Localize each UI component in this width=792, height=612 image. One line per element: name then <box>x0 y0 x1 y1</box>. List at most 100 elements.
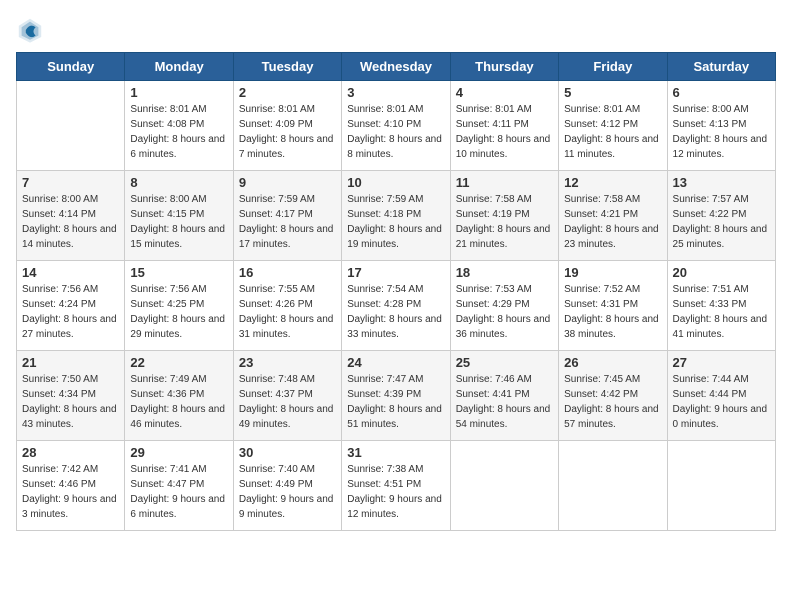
cell-info: Sunrise: 7:49 AMSunset: 4:36 PMDaylight:… <box>130 372 227 432</box>
cell-info: Sunrise: 8:01 AMSunset: 4:11 PMDaylight:… <box>456 102 553 162</box>
cell-info: Sunrise: 7:54 AMSunset: 4:28 PMDaylight:… <box>347 282 444 342</box>
day-number: 1 <box>130 85 227 100</box>
day-number: 14 <box>22 265 119 280</box>
cell-info: Sunrise: 7:59 AMSunset: 4:18 PMDaylight:… <box>347 192 444 252</box>
table-row: 6 Sunrise: 8:00 AMSunset: 4:13 PMDaylight… <box>667 81 775 171</box>
cell-info: Sunrise: 8:01 AMSunset: 4:12 PMDaylight:… <box>564 102 661 162</box>
table-row: 1 Sunrise: 8:01 AMSunset: 4:08 PMDaylight… <box>125 81 233 171</box>
cell-info: Sunrise: 7:50 AMSunset: 4:34 PMDaylight:… <box>22 372 119 432</box>
day-number: 18 <box>456 265 553 280</box>
day-number: 26 <box>564 355 661 370</box>
logo-icon <box>16 16 44 44</box>
day-number: 6 <box>673 85 770 100</box>
table-row: 27Sunrise: 7:44 AMSunset: 4:44 PMDayligh… <box>667 351 775 441</box>
day-number: 25 <box>456 355 553 370</box>
week-row-1: 7 Sunrise: 8:00 AMSunset: 4:14 PMDaylight… <box>17 171 776 261</box>
cell-info: Sunrise: 7:58 AMSunset: 4:21 PMDaylight:… <box>564 192 661 252</box>
table-row: 7 Sunrise: 8:00 AMSunset: 4:14 PMDaylight… <box>17 171 125 261</box>
table-row: 15 Sunrise: 7:56 AMSunset: 4:25 PMDayligh… <box>125 261 233 351</box>
day-number: 4 <box>456 85 553 100</box>
table-row: 4 Sunrise: 8:01 AMSunset: 4:11 PMDaylight… <box>450 81 558 171</box>
day-number: 9 <box>239 175 336 190</box>
table-row: 13 Sunrise: 7:57 AMSunset: 4:22 PMDayligh… <box>667 171 775 261</box>
header <box>16 16 776 44</box>
col-saturday: Saturday <box>667 53 775 81</box>
table-row: 8 Sunrise: 8:00 AMSunset: 4:15 PMDaylight… <box>125 171 233 261</box>
table-row: 2 Sunrise: 8:01 AMSunset: 4:09 PMDaylight… <box>233 81 341 171</box>
day-number: 29 <box>130 445 227 460</box>
cell-info: Sunrise: 8:01 AMSunset: 4:10 PMDaylight:… <box>347 102 444 162</box>
cell-info: Sunrise: 8:00 AMSunset: 4:15 PMDaylight:… <box>130 192 227 252</box>
cell-info: Sunrise: 7:52 AMSunset: 4:31 PMDaylight:… <box>564 282 661 342</box>
cell-info: Sunrise: 7:55 AMSunset: 4:26 PMDaylight:… <box>239 282 336 342</box>
table-row <box>559 441 667 531</box>
day-number: 7 <box>22 175 119 190</box>
table-row: 5 Sunrise: 8:01 AMSunset: 4:12 PMDaylight… <box>559 81 667 171</box>
table-row <box>17 81 125 171</box>
cell-info: Sunrise: 7:56 AMSunset: 4:25 PMDaylight:… <box>130 282 227 342</box>
day-number: 5 <box>564 85 661 100</box>
day-number: 15 <box>130 265 227 280</box>
table-row: 16Sunrise: 7:55 AMSunset: 4:26 PMDayligh… <box>233 261 341 351</box>
day-number: 17 <box>347 265 444 280</box>
table-row: 9 Sunrise: 7:59 AMSunset: 4:17 PMDaylight… <box>233 171 341 261</box>
week-row-0: 1 Sunrise: 8:01 AMSunset: 4:08 PMDaylight… <box>17 81 776 171</box>
day-number: 21 <box>22 355 119 370</box>
table-row: 30Sunrise: 7:40 AMSunset: 4:49 PMDayligh… <box>233 441 341 531</box>
cell-info: Sunrise: 7:56 AMSunset: 4:24 PMDaylight:… <box>22 282 119 342</box>
day-number: 2 <box>239 85 336 100</box>
cell-info: Sunrise: 7:48 AMSunset: 4:37 PMDaylight:… <box>239 372 336 432</box>
col-tuesday: Tuesday <box>233 53 341 81</box>
day-number: 12 <box>564 175 661 190</box>
table-row: 23 Sunrise: 7:48 AMSunset: 4:37 PMDayligh… <box>233 351 341 441</box>
week-row-4: 28Sunrise: 7:42 AMSunset: 4:46 PMDayligh… <box>17 441 776 531</box>
cell-info: Sunrise: 8:01 AMSunset: 4:09 PMDaylight:… <box>239 102 336 162</box>
cell-info: Sunrise: 7:38 AMSunset: 4:51 PMDaylight:… <box>347 462 444 522</box>
day-number: 24 <box>347 355 444 370</box>
day-number: 13 <box>673 175 770 190</box>
day-number: 3 <box>347 85 444 100</box>
cell-info: Sunrise: 7:59 AMSunset: 4:17 PMDaylight:… <box>239 192 336 252</box>
table-row: 14 Sunrise: 7:56 AMSunset: 4:24 PMDayligh… <box>17 261 125 351</box>
day-number: 31 <box>347 445 444 460</box>
col-sunday: Sunday <box>17 53 125 81</box>
day-number: 28 <box>22 445 119 460</box>
cell-info: Sunrise: 7:53 AMSunset: 4:29 PMDaylight:… <box>456 282 553 342</box>
table-row: 18 Sunrise: 7:53 AMSunset: 4:29 PMDayligh… <box>450 261 558 351</box>
week-row-2: 14 Sunrise: 7:56 AMSunset: 4:24 PMDayligh… <box>17 261 776 351</box>
cell-info: Sunrise: 8:00 AMSunset: 4:13 PMDaylight:… <box>673 102 770 162</box>
table-row: 24 Sunrise: 7:47 AMSunset: 4:39 PMDayligh… <box>342 351 450 441</box>
day-number: 22 <box>130 355 227 370</box>
cell-info: Sunrise: 7:57 AMSunset: 4:22 PMDaylight:… <box>673 192 770 252</box>
table-row: 28Sunrise: 7:42 AMSunset: 4:46 PMDayligh… <box>17 441 125 531</box>
day-number: 11 <box>456 175 553 190</box>
cell-info: Sunrise: 8:01 AMSunset: 4:08 PMDaylight:… <box>130 102 227 162</box>
cell-info: Sunrise: 7:46 AMSunset: 4:41 PMDaylight:… <box>456 372 553 432</box>
table-row: 29 Sunrise: 7:41 AMSunset: 4:47 PMDayligh… <box>125 441 233 531</box>
table-row: 26Sunrise: 7:45 AMSunset: 4:42 PMDayligh… <box>559 351 667 441</box>
calendar-table: Sunday Monday Tuesday Wednesday Thursday… <box>16 52 776 531</box>
table-row: 11Sunrise: 7:58 AMSunset: 4:19 PMDayligh… <box>450 171 558 261</box>
week-row-3: 21 Sunrise: 7:50 AMSunset: 4:34 PMDayligh… <box>17 351 776 441</box>
table-row: 17 Sunrise: 7:54 AMSunset: 4:28 PMDayligh… <box>342 261 450 351</box>
table-row: 22 Sunrise: 7:49 AMSunset: 4:36 PMDayligh… <box>125 351 233 441</box>
table-row: 20Sunrise: 7:51 AMSunset: 4:33 PMDayligh… <box>667 261 775 351</box>
cell-info: Sunrise: 7:41 AMSunset: 4:47 PMDaylight:… <box>130 462 227 522</box>
table-row: 10 Sunrise: 7:59 AMSunset: 4:18 PMDayligh… <box>342 171 450 261</box>
col-thursday: Thursday <box>450 53 558 81</box>
day-number: 23 <box>239 355 336 370</box>
day-number: 8 <box>130 175 227 190</box>
table-row: 12 Sunrise: 7:58 AMSunset: 4:21 PMDayligh… <box>559 171 667 261</box>
table-row: 25 Sunrise: 7:46 AMSunset: 4:41 PMDayligh… <box>450 351 558 441</box>
table-row <box>450 441 558 531</box>
day-number: 20 <box>673 265 770 280</box>
table-row: 31 Sunrise: 7:38 AMSunset: 4:51 PMDayligh… <box>342 441 450 531</box>
cell-info: Sunrise: 7:47 AMSunset: 4:39 PMDaylight:… <box>347 372 444 432</box>
cell-info: Sunrise: 7:44 AMSunset: 4:44 PMDaylight:… <box>673 372 770 432</box>
day-number: 19 <box>564 265 661 280</box>
cell-info: Sunrise: 8:00 AMSunset: 4:14 PMDaylight:… <box>22 192 119 252</box>
cell-info: Sunrise: 7:40 AMSunset: 4:49 PMDaylight:… <box>239 462 336 522</box>
day-number: 10 <box>347 175 444 190</box>
col-friday: Friday <box>559 53 667 81</box>
table-row <box>667 441 775 531</box>
